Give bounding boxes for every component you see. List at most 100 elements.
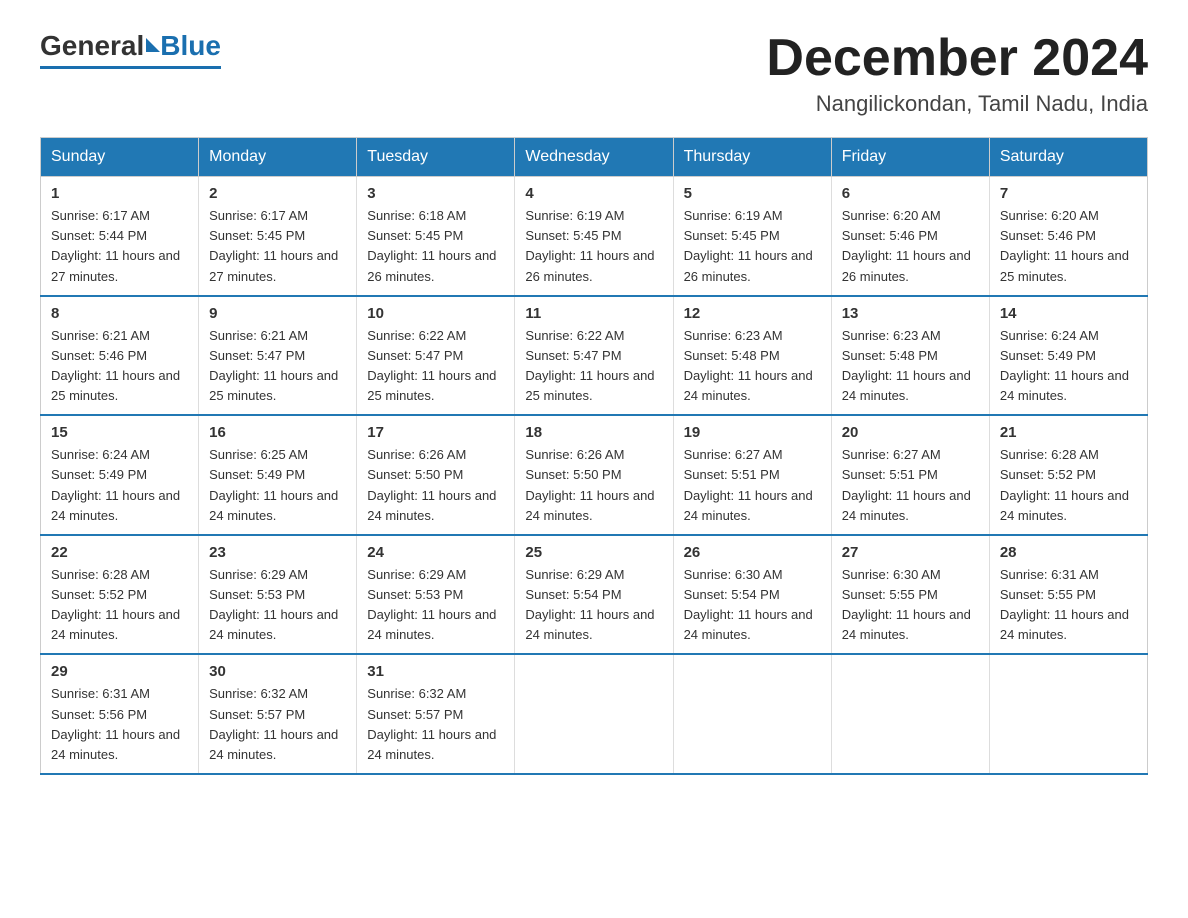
calendar-cell: 17Sunrise: 6:26 AMSunset: 5:50 PMDayligh… xyxy=(357,415,515,535)
calendar-cell: 14 Sunrise: 6:24 AMSunset: 5:49 PMDayligh… xyxy=(989,296,1147,416)
calendar-cell xyxy=(515,654,673,774)
day-info: Sunrise: 6:27 AMSunset: 5:51 PMDaylight:… xyxy=(842,445,979,526)
day-info: Sunrise: 6:18 AMSunset: 5:45 PMDaylight:… xyxy=(367,206,504,287)
day-number: 26 xyxy=(684,544,821,561)
day-info: Sunrise: 6:29 AMSunset: 5:54 PMDaylight:… xyxy=(525,565,662,646)
page-header: General Blue December 2024 Nangilickonda… xyxy=(40,30,1148,117)
weekday-header-row: Sunday Monday Tuesday Wednesday Thursday… xyxy=(41,138,1148,177)
calendar-cell: 5 Sunrise: 6:19 AMSunset: 5:45 PMDaylight… xyxy=(673,177,831,296)
calendar-week-5: 29Sunrise: 6:31 AMSunset: 5:56 PMDayligh… xyxy=(41,654,1148,774)
day-number: 31 xyxy=(367,663,504,680)
calendar-cell: 24Sunrise: 6:29 AMSunset: 5:53 PMDayligh… xyxy=(357,535,515,655)
header-tuesday: Tuesday xyxy=(357,138,515,177)
day-number: 10 xyxy=(367,305,504,322)
day-info: Sunrise: 6:29 AMSunset: 5:53 PMDaylight:… xyxy=(209,565,346,646)
calendar-cell: 3Sunrise: 6:18 AMSunset: 5:45 PMDaylight… xyxy=(357,177,515,296)
day-info: Sunrise: 6:21 AMSunset: 5:47 PMDaylight:… xyxy=(209,326,346,407)
day-number: 9 xyxy=(209,305,346,322)
day-info: Sunrise: 6:22 AMSunset: 5:47 PMDaylight:… xyxy=(525,326,662,407)
day-info: Sunrise: 6:19 AMSunset: 5:45 PMDaylight:… xyxy=(684,206,821,287)
day-info: Sunrise: 6:23 AMSunset: 5:48 PMDaylight:… xyxy=(842,326,979,407)
day-number: 4 xyxy=(525,185,662,202)
day-info: Sunrise: 6:30 AMSunset: 5:54 PMDaylight:… xyxy=(684,565,821,646)
calendar-cell xyxy=(831,654,989,774)
day-number: 5 xyxy=(684,185,821,202)
day-info: Sunrise: 6:32 AMSunset: 5:57 PMDaylight:… xyxy=(367,684,504,765)
calendar-cell: 21 Sunrise: 6:28 AMSunset: 5:52 PMDayligh… xyxy=(989,415,1147,535)
calendar-cell: 29Sunrise: 6:31 AMSunset: 5:56 PMDayligh… xyxy=(41,654,199,774)
day-number: 12 xyxy=(684,305,821,322)
calendar-cell: 31 Sunrise: 6:32 AMSunset: 5:57 PMDayligh… xyxy=(357,654,515,774)
day-info: Sunrise: 6:20 AMSunset: 5:46 PMDaylight:… xyxy=(842,206,979,287)
calendar-table: Sunday Monday Tuesday Wednesday Thursday… xyxy=(40,137,1148,775)
day-info: Sunrise: 6:28 AMSunset: 5:52 PMDaylight:… xyxy=(1000,445,1137,526)
day-number: 7 xyxy=(1000,185,1137,202)
day-info: Sunrise: 6:31 AMSunset: 5:55 PMDaylight:… xyxy=(1000,565,1137,646)
day-number: 11 xyxy=(525,305,662,322)
header-friday: Friday xyxy=(831,138,989,177)
day-info: Sunrise: 6:26 AMSunset: 5:50 PMDaylight:… xyxy=(525,445,662,526)
day-number: 14 xyxy=(1000,305,1137,322)
day-info: Sunrise: 6:17 AMSunset: 5:44 PMDaylight:… xyxy=(51,206,188,287)
location-title: Nangilickondan, Tamil Nadu, India xyxy=(766,91,1148,117)
calendar-cell: 25 Sunrise: 6:29 AMSunset: 5:54 PMDayligh… xyxy=(515,535,673,655)
calendar-week-4: 22 Sunrise: 6:28 AMSunset: 5:52 PMDayligh… xyxy=(41,535,1148,655)
day-number: 21 xyxy=(1000,424,1137,441)
day-info: Sunrise: 6:25 AMSunset: 5:49 PMDaylight:… xyxy=(209,445,346,526)
logo-underline xyxy=(40,66,221,69)
day-number: 22 xyxy=(51,544,188,561)
calendar-cell: 10 Sunrise: 6:22 AMSunset: 5:47 PMDayligh… xyxy=(357,296,515,416)
calendar-body: 1 Sunrise: 6:17 AMSunset: 5:44 PMDaylight… xyxy=(41,177,1148,774)
day-number: 29 xyxy=(51,663,188,680)
calendar-cell: 4 Sunrise: 6:19 AMSunset: 5:45 PMDaylight… xyxy=(515,177,673,296)
calendar-cell: 23Sunrise: 6:29 AMSunset: 5:53 PMDayligh… xyxy=(199,535,357,655)
calendar-cell: 20 Sunrise: 6:27 AMSunset: 5:51 PMDayligh… xyxy=(831,415,989,535)
calendar-cell: 6 Sunrise: 6:20 AMSunset: 5:46 PMDaylight… xyxy=(831,177,989,296)
day-info: Sunrise: 6:26 AMSunset: 5:50 PMDaylight:… xyxy=(367,445,504,526)
header-wednesday: Wednesday xyxy=(515,138,673,177)
calendar-cell: 30Sunrise: 6:32 AMSunset: 5:57 PMDayligh… xyxy=(199,654,357,774)
calendar-cell: 22 Sunrise: 6:28 AMSunset: 5:52 PMDayligh… xyxy=(41,535,199,655)
calendar-cell xyxy=(989,654,1147,774)
day-info: Sunrise: 6:19 AMSunset: 5:45 PMDaylight:… xyxy=(525,206,662,287)
header-sunday: Sunday xyxy=(41,138,199,177)
month-title: December 2024 xyxy=(766,30,1148,87)
day-info: Sunrise: 6:20 AMSunset: 5:46 PMDaylight:… xyxy=(1000,206,1137,287)
logo: General Blue xyxy=(40,30,221,69)
day-number: 28 xyxy=(1000,544,1137,561)
day-info: Sunrise: 6:24 AMSunset: 5:49 PMDaylight:… xyxy=(1000,326,1137,407)
day-info: Sunrise: 6:23 AMSunset: 5:48 PMDaylight:… xyxy=(684,326,821,407)
day-number: 8 xyxy=(51,305,188,322)
header-thursday: Thursday xyxy=(673,138,831,177)
calendar-cell: 15Sunrise: 6:24 AMSunset: 5:49 PMDayligh… xyxy=(41,415,199,535)
calendar-cell xyxy=(673,654,831,774)
day-number: 24 xyxy=(367,544,504,561)
day-number: 2 xyxy=(209,185,346,202)
day-number: 25 xyxy=(525,544,662,561)
calendar-cell: 26 Sunrise: 6:30 AMSunset: 5:54 PMDayligh… xyxy=(673,535,831,655)
day-number: 13 xyxy=(842,305,979,322)
logo-general-text: General xyxy=(40,30,144,62)
calendar-cell: 9 Sunrise: 6:21 AMSunset: 5:47 PMDaylight… xyxy=(199,296,357,416)
title-area: December 2024 Nangilickondan, Tamil Nadu… xyxy=(766,30,1148,117)
day-number: 19 xyxy=(684,424,821,441)
calendar-cell: 28 Sunrise: 6:31 AMSunset: 5:55 PMDayligh… xyxy=(989,535,1147,655)
day-info: Sunrise: 6:30 AMSunset: 5:55 PMDaylight:… xyxy=(842,565,979,646)
calendar-week-3: 15Sunrise: 6:24 AMSunset: 5:49 PMDayligh… xyxy=(41,415,1148,535)
day-info: Sunrise: 6:28 AMSunset: 5:52 PMDaylight:… xyxy=(51,565,188,646)
day-number: 18 xyxy=(525,424,662,441)
calendar-cell: 7 Sunrise: 6:20 AMSunset: 5:46 PMDaylight… xyxy=(989,177,1147,296)
day-info: Sunrise: 6:27 AMSunset: 5:51 PMDaylight:… xyxy=(684,445,821,526)
day-number: 16 xyxy=(209,424,346,441)
header-monday: Monday xyxy=(199,138,357,177)
calendar-cell: 1 Sunrise: 6:17 AMSunset: 5:44 PMDaylight… xyxy=(41,177,199,296)
day-number: 27 xyxy=(842,544,979,561)
day-info: Sunrise: 6:22 AMSunset: 5:47 PMDaylight:… xyxy=(367,326,504,407)
calendar-cell: 19 Sunrise: 6:27 AMSunset: 5:51 PMDayligh… xyxy=(673,415,831,535)
day-number: 20 xyxy=(842,424,979,441)
day-info: Sunrise: 6:24 AMSunset: 5:49 PMDaylight:… xyxy=(51,445,188,526)
day-info: Sunrise: 6:21 AMSunset: 5:46 PMDaylight:… xyxy=(51,326,188,407)
day-number: 6 xyxy=(842,185,979,202)
calendar-cell: 16 Sunrise: 6:25 AMSunset: 5:49 PMDayligh… xyxy=(199,415,357,535)
day-number: 1 xyxy=(51,185,188,202)
